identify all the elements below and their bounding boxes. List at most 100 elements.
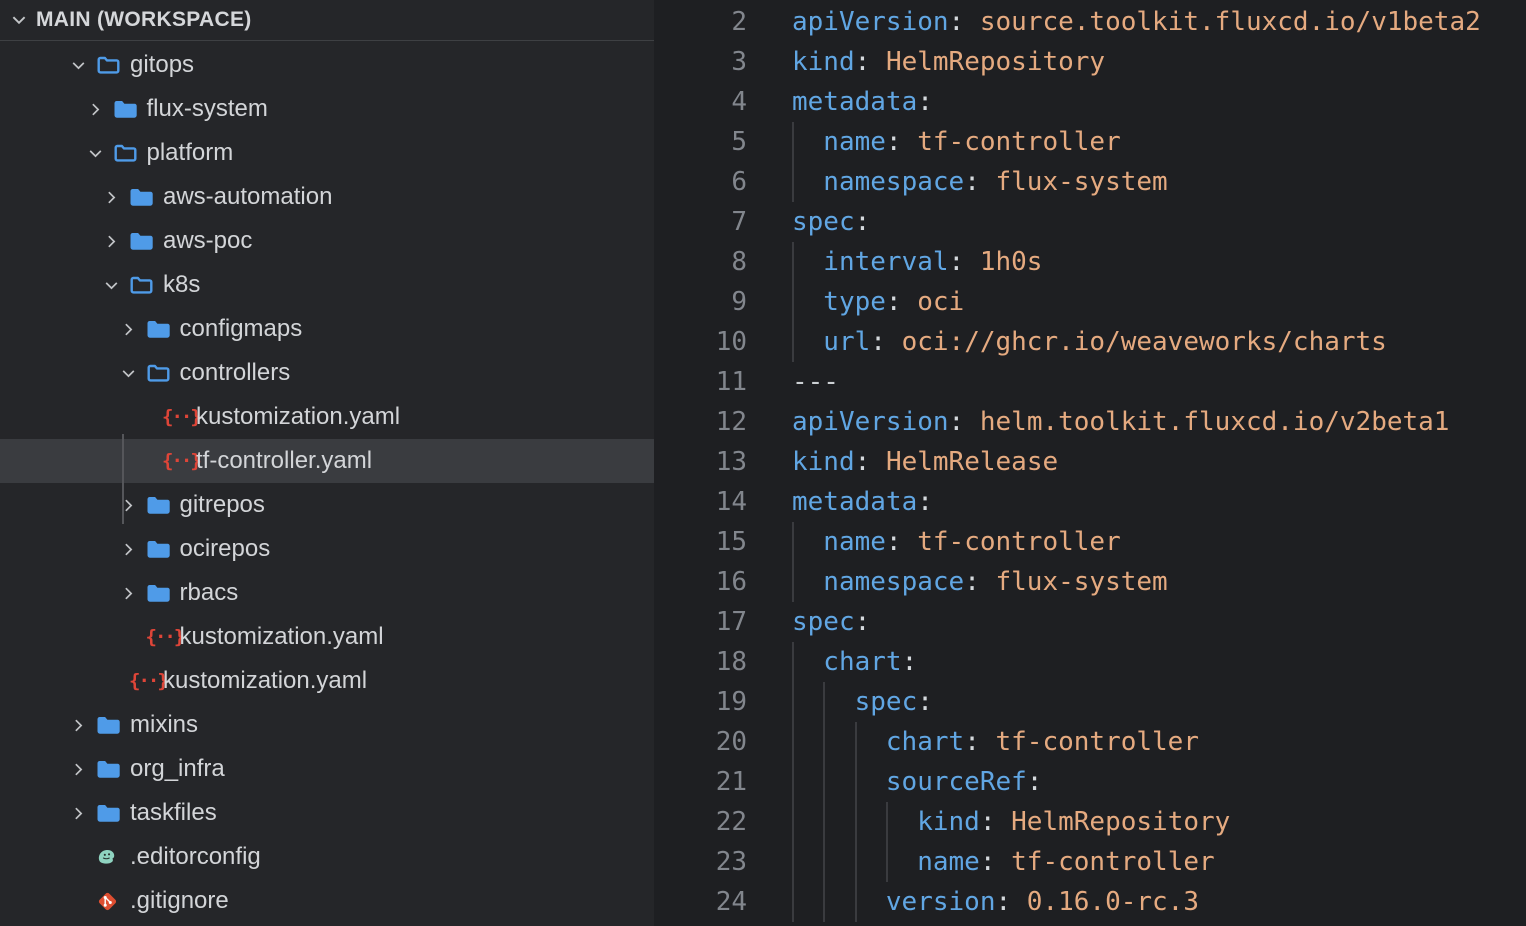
chevron-right-icon[interactable]: [87, 101, 113, 118]
indent-guide: [792, 282, 794, 322]
code-line[interactable]: 14 metadata:: [654, 482, 1526, 522]
indent-guide: [792, 802, 794, 842]
code-line[interactable]: 3 kind: HelmRepository: [654, 42, 1526, 82]
yaml-key: chart: [823, 647, 901, 677]
tree-item-kustomization-yaml[interactable]: {··} kustomization.yaml: [0, 659, 654, 703]
tree-item-taskfiles[interactable]: taskfiles: [0, 791, 654, 835]
chevron-down-icon[interactable]: [10, 11, 36, 29]
code-line[interactable]: 15 name: tf-controller: [654, 522, 1526, 562]
yaml-key: kind: [792, 447, 855, 477]
indent-guide: [823, 682, 825, 722]
tree-item-mixins[interactable]: mixins: [0, 703, 654, 747]
yaml-key: metadata: [792, 487, 917, 517]
explorer-sidebar: MAIN (WORKSPACE) gitops flux-system plat…: [0, 0, 654, 926]
tree-item-kustomization-yaml[interactable]: {··} kustomization.yaml: [0, 395, 654, 439]
code-line[interactable]: 10 url: oci://ghcr.io/weaveworks/charts: [654, 322, 1526, 362]
line-number: 5: [654, 122, 747, 162]
code-text: metadata:: [792, 482, 933, 522]
tree-item-configmaps[interactable]: configmaps: [0, 307, 654, 351]
code-line[interactable]: 9 type: oci: [654, 282, 1526, 322]
chevron-down-icon[interactable]: [87, 145, 113, 162]
code-line[interactable]: 5 name: tf-controller: [654, 122, 1526, 162]
code-line[interactable]: 2 apiVersion: source.toolkit.fluxcd.io/v…: [654, 2, 1526, 42]
chevron-right-icon[interactable]: [70, 761, 96, 778]
yaml-key: name: [917, 847, 980, 877]
code-line[interactable]: 17 spec:: [654, 602, 1526, 642]
yaml-value: HelmRepository: [1011, 807, 1230, 837]
chevron-down-icon[interactable]: [70, 57, 96, 74]
code-line[interactable]: 8 interval: 1h0s: [654, 242, 1526, 282]
chevron-right-icon[interactable]: [70, 805, 96, 822]
code-line[interactable]: 24 version: 0.16.0-rc.3: [654, 882, 1526, 922]
chevron-down-icon[interactable]: [120, 365, 146, 382]
code-line[interactable]: 21 sourceRef:: [654, 762, 1526, 802]
tree-item-label: kustomization.yaml: [163, 667, 367, 695]
code-line[interactable]: 7 spec:: [654, 202, 1526, 242]
colon: :: [980, 847, 996, 877]
code-text: spec:: [792, 202, 870, 242]
tree-item-flux-system[interactable]: flux-system: [0, 87, 654, 131]
tree-item-platform[interactable]: platform: [0, 131, 654, 175]
folder-icon: [146, 495, 176, 515]
chevron-right-icon[interactable]: [103, 189, 129, 206]
tree-item-gitops[interactable]: gitops: [0, 43, 654, 87]
code-line[interactable]: 11 ---: [654, 362, 1526, 402]
git-file-icon: [96, 890, 126, 913]
line-number: 4: [654, 82, 747, 122]
folder-icon: [113, 99, 143, 119]
code-line[interactable]: 22 kind: HelmRepository: [654, 802, 1526, 842]
code-line[interactable]: 16 namespace: flux-system: [654, 562, 1526, 602]
tree-item-rbacs[interactable]: rbacs: [0, 571, 654, 615]
yaml-value: tf-controller: [917, 127, 1121, 157]
tree-item-aws-automation[interactable]: aws-automation: [0, 175, 654, 219]
colon: :: [917, 87, 933, 117]
tree-indent-guide: [122, 434, 124, 524]
colon: :: [886, 127, 902, 157]
workspace-section-header[interactable]: MAIN (WORKSPACE): [0, 0, 654, 41]
code-line[interactable]: 20 chart: tf-controller: [654, 722, 1526, 762]
code-line[interactable]: 18 chart:: [654, 642, 1526, 682]
code-editor[interactable]: 2 apiVersion: source.toolkit.fluxcd.io/v…: [654, 0, 1526, 926]
code-line[interactable]: 6 namespace: flux-system: [654, 162, 1526, 202]
yaml-key: interval: [823, 247, 948, 277]
chevron-down-icon[interactable]: [103, 277, 129, 294]
folder-icon: [146, 539, 176, 559]
tree-item-controllers[interactable]: controllers: [0, 351, 654, 395]
chevron-right-icon[interactable]: [103, 233, 129, 250]
chevron-right-icon[interactable]: [120, 585, 146, 602]
code-line[interactable]: 23 name: tf-controller: [654, 842, 1526, 882]
tree-item-tf-controller-yaml[interactable]: {··} tf-controller.yaml: [0, 439, 654, 483]
colon: :: [917, 487, 933, 517]
tree-item-k8s[interactable]: k8s: [0, 263, 654, 307]
code-text: apiVersion: helm.toolkit.fluxcd.io/v2bet…: [792, 402, 1449, 442]
line-number: 9: [654, 282, 747, 322]
indent-guide: [792, 242, 794, 282]
code-text: chart:: [792, 642, 917, 682]
chevron-right-icon[interactable]: [70, 717, 96, 734]
code-line[interactable]: 4 metadata:: [654, 82, 1526, 122]
code-text: name: tf-controller: [792, 522, 1121, 562]
tree-item-org-infra[interactable]: org_infra: [0, 747, 654, 791]
indent-guide: [792, 842, 794, 882]
code-text: metadata:: [792, 82, 933, 122]
yaml-key: apiVersion: [792, 7, 949, 37]
editorconfig-file-icon: [96, 846, 126, 869]
tree-item-ocirepos[interactable]: ocirepos: [0, 527, 654, 571]
indent-guide: [855, 842, 857, 882]
tree-item-kustomization-yaml[interactable]: {··} kustomization.yaml: [0, 615, 654, 659]
tree-item-editorconfig[interactable]: .editorconfig: [0, 835, 654, 879]
tree-item-label: tf-controller.yaml: [196, 447, 372, 475]
code-line[interactable]: 19 spec:: [654, 682, 1526, 722]
file-tree[interactable]: gitops flux-system platform aws-automati…: [0, 41, 654, 923]
chevron-right-icon[interactable]: [120, 541, 146, 558]
code-line[interactable]: 13 kind: HelmRelease: [654, 442, 1526, 482]
tree-item-gitrepos[interactable]: gitrepos: [0, 483, 654, 527]
colon: :: [855, 207, 871, 237]
chevron-right-icon[interactable]: [120, 321, 146, 338]
yaml-key: spec: [792, 207, 855, 237]
tree-item-gitignore[interactable]: .gitignore: [0, 879, 654, 923]
tree-item-aws-poc[interactable]: aws-poc: [0, 219, 654, 263]
indent-guide: [792, 162, 794, 202]
code-line[interactable]: 12 apiVersion: helm.toolkit.fluxcd.io/v2…: [654, 402, 1526, 442]
code-text: spec:: [792, 682, 933, 722]
